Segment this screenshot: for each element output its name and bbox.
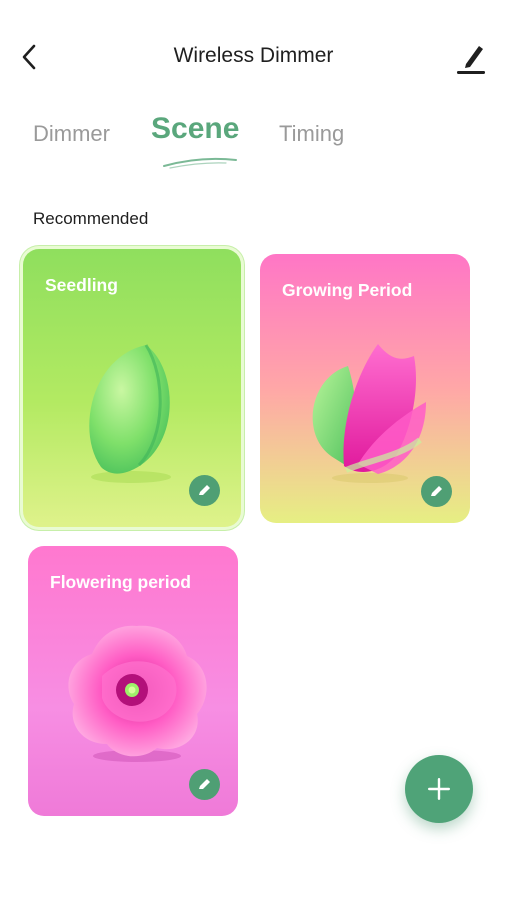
scene-card-flowering-period[interactable]: Flowering period [28, 546, 238, 816]
page-title: Wireless Dimmer [173, 44, 334, 67]
top-bar: Wireless Dimmer [0, 0, 507, 110]
pencil-icon [431, 486, 442, 496]
card-edit-button[interactable] [421, 476, 452, 507]
scene-card-seedling[interactable]: Seedling [23, 249, 241, 527]
section-label-recommended: Recommended [33, 209, 149, 228]
add-scene-button[interactable] [405, 755, 473, 823]
bud-icon [312, 344, 426, 483]
card-edit-button[interactable] [189, 769, 220, 800]
card-title: Flowering period [50, 572, 191, 592]
scene-card-growing-period[interactable]: Growing Period [260, 254, 470, 523]
card-title: Seedling [45, 275, 118, 295]
seed-icon [89, 344, 171, 483]
tab-bar: Dimmer Scene Timing [0, 108, 507, 178]
pencil-icon [199, 779, 210, 789]
tab-dimmer[interactable]: Dimmer [33, 121, 110, 147]
tab-scene[interactable]: Scene [151, 112, 239, 146]
pencil-icon [457, 46, 485, 74]
plus-icon [428, 778, 450, 800]
flower-icon [68, 625, 207, 762]
card-title: Growing Period [282, 280, 413, 300]
card-edit-button[interactable] [189, 475, 220, 506]
edit-button[interactable] [452, 40, 490, 76]
active-tab-indicator [163, 157, 237, 169]
tab-timing[interactable]: Timing [279, 121, 344, 147]
pencil-icon [199, 485, 210, 495]
